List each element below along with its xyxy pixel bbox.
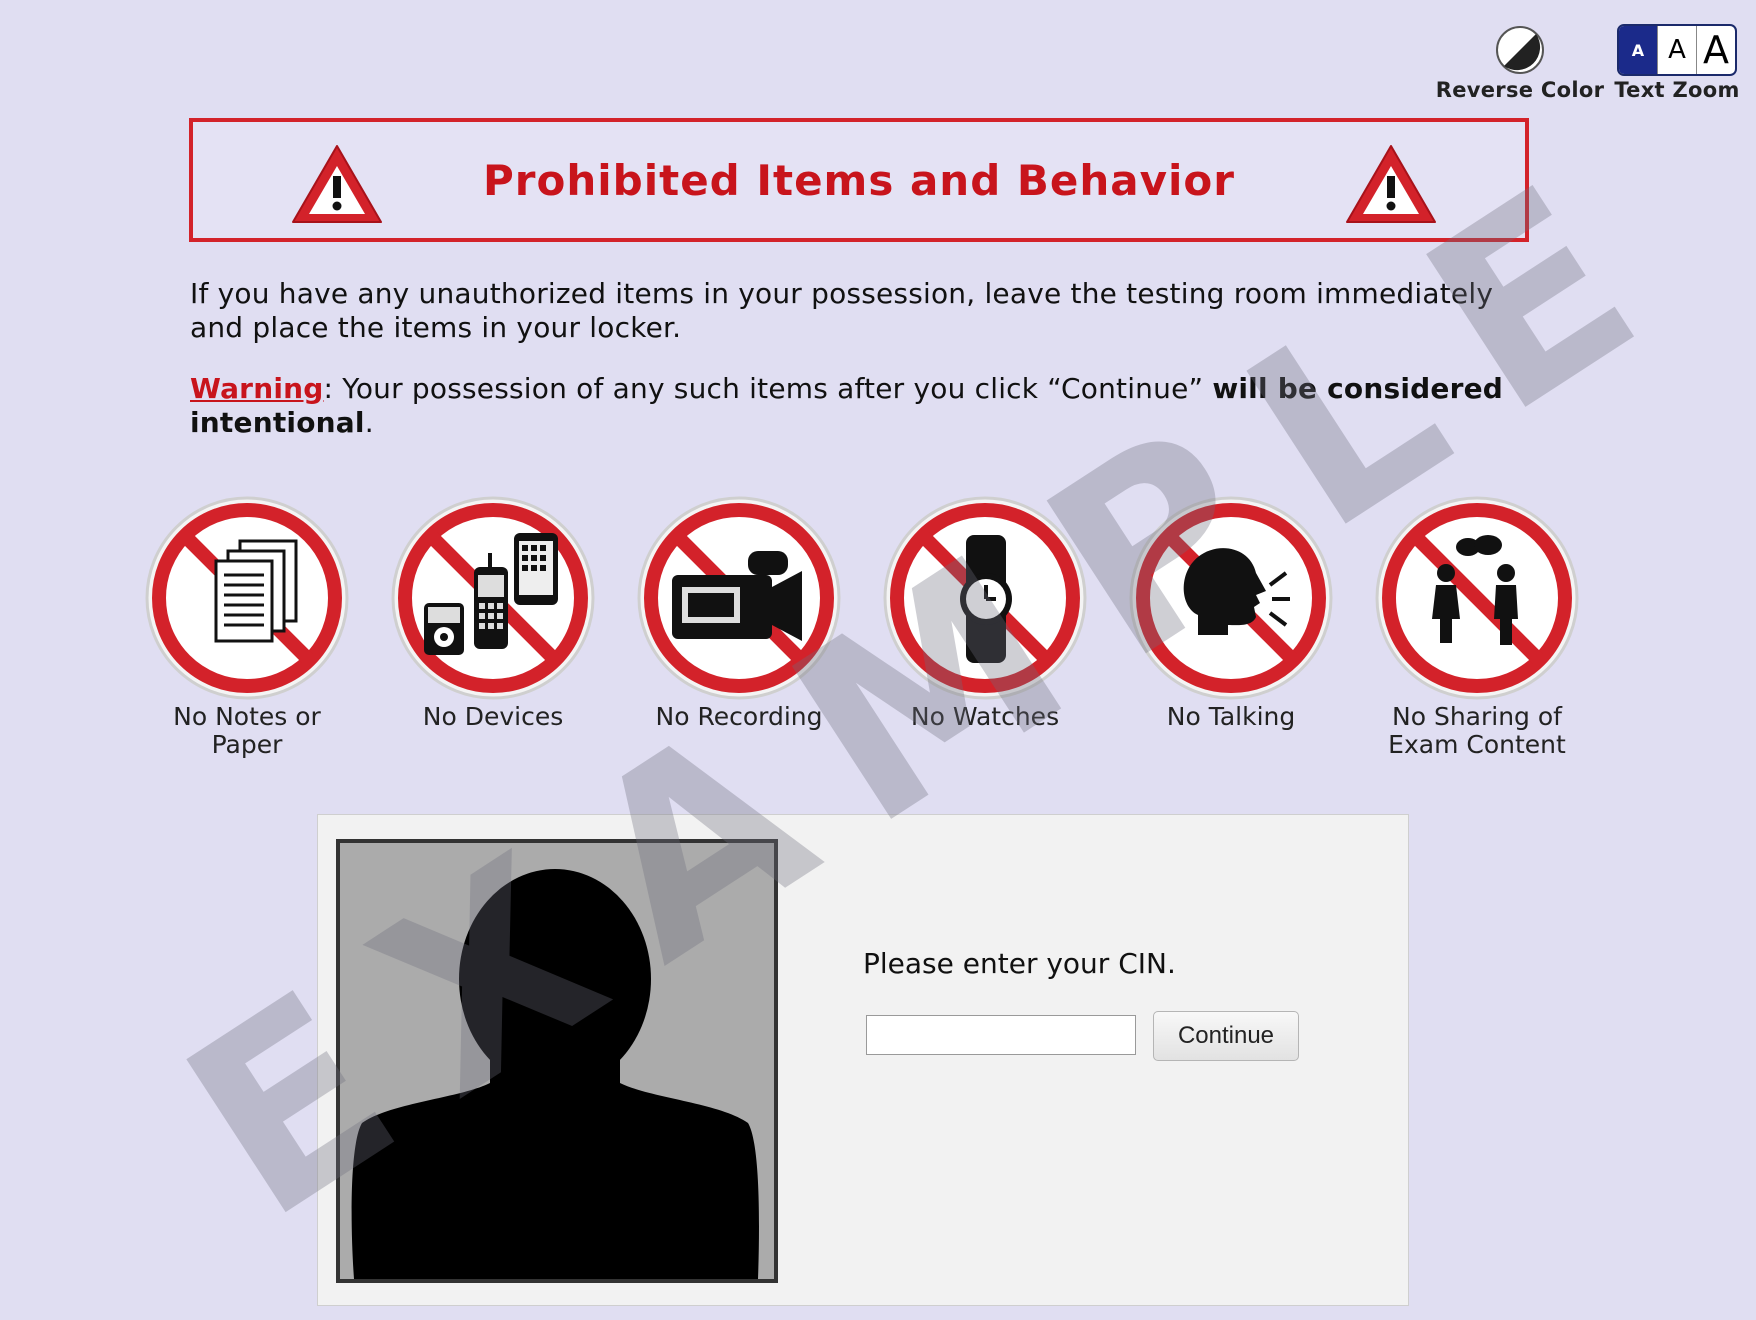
sign-no-talking: No Talking	[1121, 495, 1341, 731]
warning-body: : Your possession of any such items afte…	[323, 372, 1213, 405]
talking-head-icon	[1129, 496, 1333, 700]
reverse-color-label: Reverse Color	[1435, 78, 1605, 102]
text-zoom-icon: A A A	[1617, 24, 1737, 76]
warning-triangle-icon	[1346, 145, 1436, 223]
sign-no-recording: No Recording	[629, 495, 849, 731]
text-zoom-label: Text Zoom	[1614, 78, 1740, 102]
cin-input[interactable]	[866, 1015, 1136, 1055]
warning-triangle-icon	[292, 145, 382, 223]
header-banner: Prohibited Items and Behavior	[189, 118, 1529, 242]
sharing-people-icon	[1375, 496, 1579, 700]
zoom-small-option[interactable]: A	[1619, 26, 1657, 74]
warning-end: .	[364, 406, 374, 439]
page-title: Prohibited Items and Behavior	[483, 155, 1235, 205]
zoom-medium-option[interactable]: A	[1657, 26, 1696, 74]
sign-label: No Recording	[655, 702, 823, 731]
watch-icon	[883, 496, 1087, 700]
sign-label: No Notes or Paper	[173, 702, 321, 759]
warning-text: Warning: Your possession of any such ite…	[190, 372, 1530, 440]
sign-label: No Devices	[422, 702, 564, 731]
recording-camera-icon	[637, 496, 841, 700]
sign-no-devices: No Devices	[383, 495, 603, 731]
candidate-photo-placeholder	[336, 839, 778, 1283]
warning-label: Warning	[190, 372, 324, 405]
devices-icon	[391, 496, 595, 700]
sign-no-watches: No Watches	[875, 495, 1095, 731]
notes-paper-icon	[145, 496, 349, 700]
cin-prompt: Please enter your CIN.	[863, 947, 1176, 980]
sign-no-sharing: No Sharing of Exam Content	[1367, 495, 1587, 759]
reverse-color-icon	[1496, 26, 1544, 74]
zoom-large-option[interactable]: A	[1696, 26, 1735, 74]
continue-button[interactable]: Continue	[1153, 1011, 1299, 1061]
person-silhouette-icon	[351, 869, 759, 1279]
intro-text: If you have any unauthorized items in yo…	[190, 277, 1494, 344]
sign-label: No Talking	[1166, 702, 1296, 731]
sign-no-notes: No Notes or Paper	[137, 495, 357, 759]
text-zoom-control[interactable]: A A A Text Zoom	[1612, 24, 1742, 102]
sign-label: No Sharing of Exam Content	[1388, 702, 1566, 759]
reverse-color-button[interactable]: Reverse Color	[1430, 24, 1610, 102]
cin-panel: Please enter your CIN. Continue	[317, 814, 1409, 1306]
sign-label: No Watches	[910, 702, 1060, 731]
